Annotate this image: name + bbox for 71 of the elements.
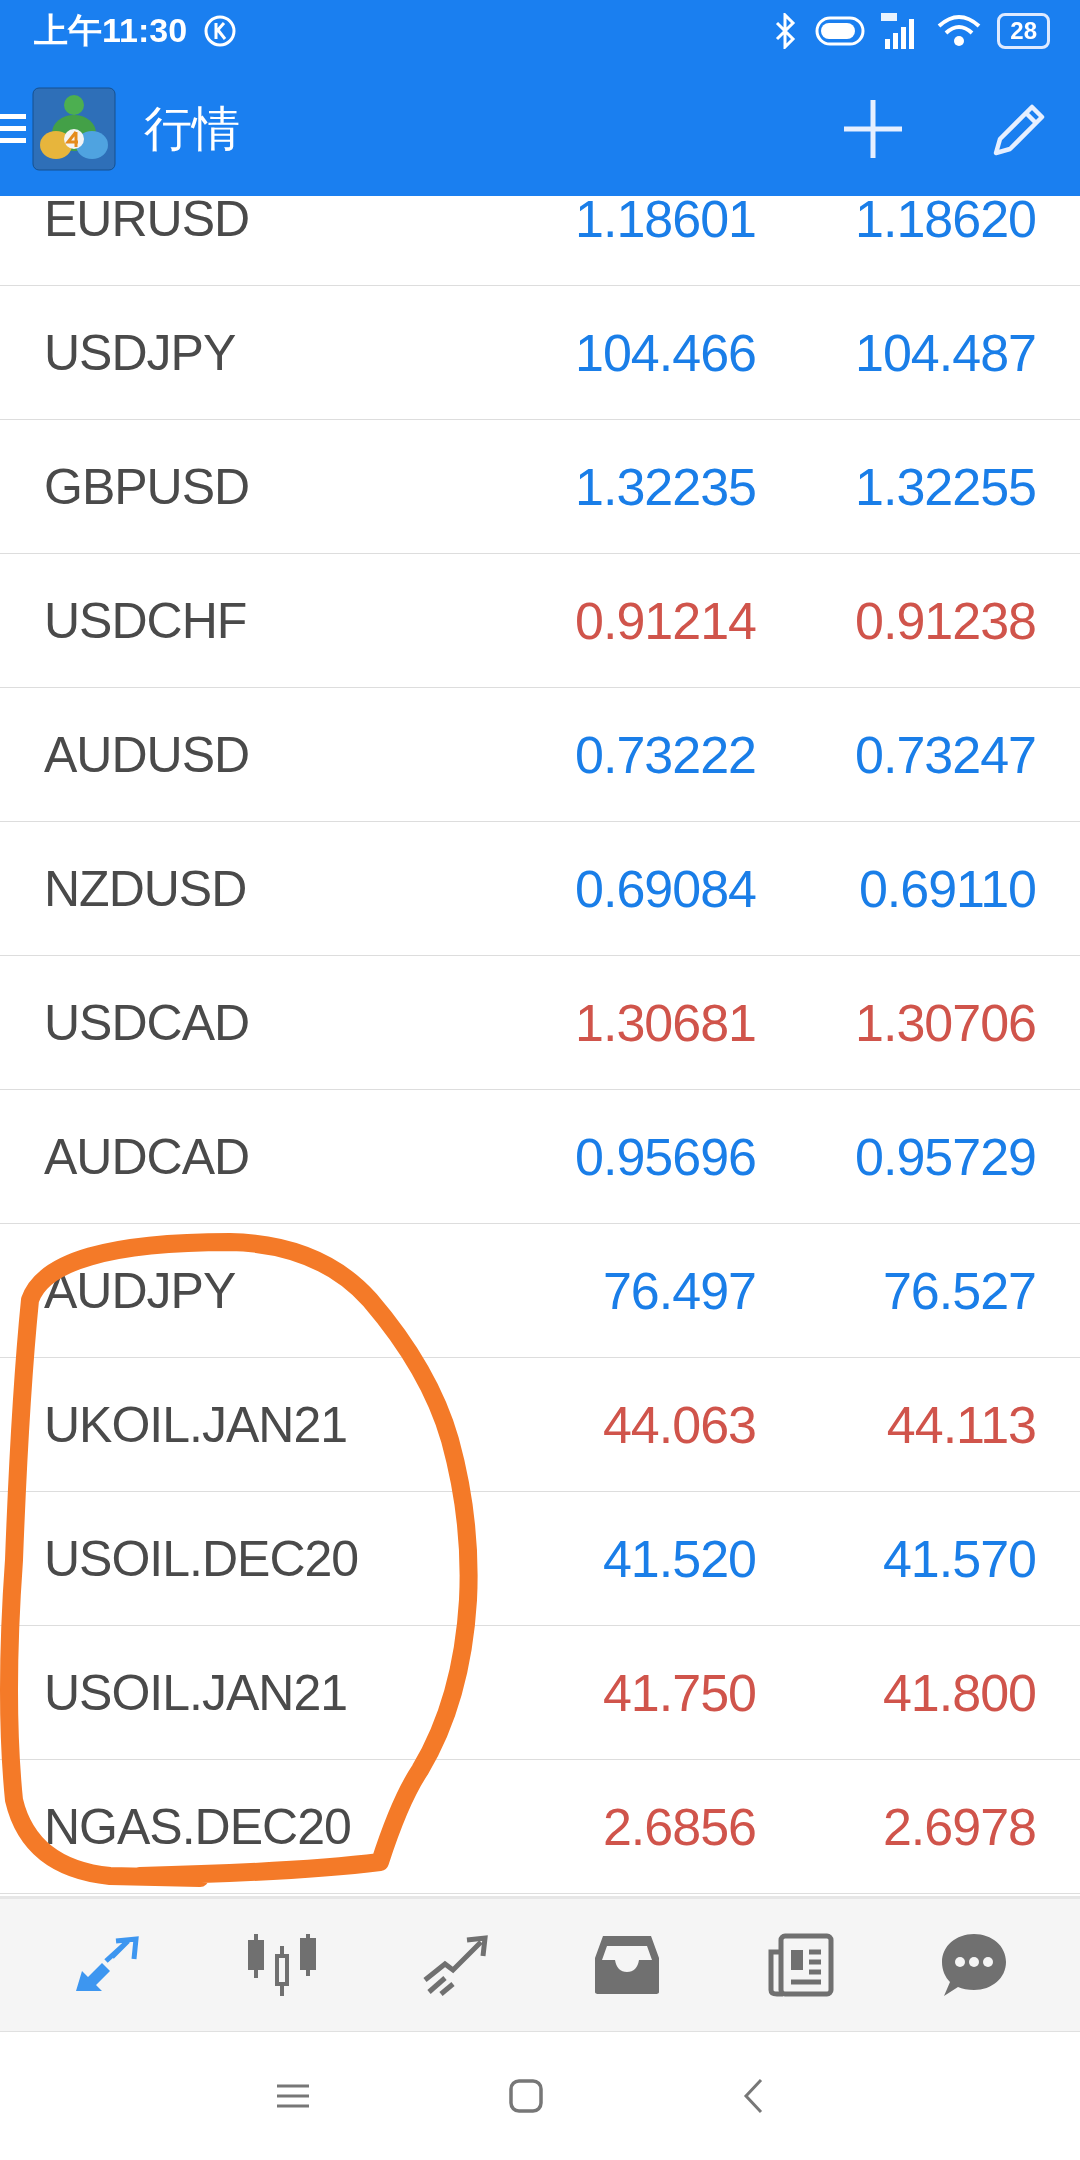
bid-price: 0.73222 xyxy=(575,724,756,785)
ask-price: 41.570 xyxy=(882,1528,1036,1589)
symbol-name: EURUSD xyxy=(44,196,250,248)
nav-tab[interactable] xyxy=(246,1932,319,1998)
bid-price: 0.69084 xyxy=(575,858,756,919)
trend-icon xyxy=(422,1934,489,1996)
ask-price: 0.73247 xyxy=(855,724,1036,785)
quote-row[interactable]: NGAS.DEC20 2.6856 2.6978 xyxy=(0,1760,1080,1894)
nav-tab[interactable] xyxy=(593,1934,662,1996)
nav-tab[interactable] xyxy=(422,1934,489,1996)
ask-price: 0.95729 xyxy=(855,1126,1036,1187)
ask-price: 104.487 xyxy=(855,322,1036,383)
bid-price: 0.95696 xyxy=(575,1126,756,1187)
home-icon[interactable] xyxy=(509,2079,543,2113)
ask-price: 1.30706 xyxy=(855,992,1036,1053)
symbol-name: USOIL.JAN21 xyxy=(44,1663,347,1722)
bid-price: 41.520 xyxy=(602,1528,756,1589)
bid-price: 41.750 xyxy=(602,1662,756,1723)
quote-row[interactable]: USOIL.DEC20 41.520 41.570 xyxy=(0,1492,1080,1626)
quote-row[interactable]: AUDCAD 0.95696 0.95729 xyxy=(0,1090,1080,1224)
quote-row[interactable]: USOIL.JAN21 41.750 41.800 xyxy=(0,1626,1080,1760)
wifi-icon xyxy=(937,14,982,48)
toggle-icon xyxy=(815,16,866,46)
bid-price: 104.466 xyxy=(575,322,756,383)
bid-price: 76.497 xyxy=(602,1260,756,1321)
quote-row[interactable]: USDCAD 1.30681 1.30706 xyxy=(0,956,1080,1090)
quote-row[interactable]: USDJPY 104.466 104.487 xyxy=(0,286,1080,420)
symbol-name: USDCHF xyxy=(44,591,247,650)
bid-price: 1.30681 xyxy=(575,992,756,1053)
symbol-name: NZDUSD xyxy=(44,859,247,918)
quote-row[interactable]: EURUSD 1.18601 1.18620 xyxy=(0,196,1080,286)
ask-price: 76.527 xyxy=(882,1260,1036,1321)
candlestick-icon xyxy=(246,1932,319,1998)
chat-icon xyxy=(939,1932,1008,1998)
quote-row[interactable]: GBPUSD 1.32235 1.32255 xyxy=(0,420,1080,554)
ask-price: 41.800 xyxy=(882,1662,1036,1723)
k-circle-icon xyxy=(203,14,238,48)
symbol-name: GBPUSD xyxy=(44,457,250,516)
bid-price: 1.18601 xyxy=(575,196,756,249)
back-icon[interactable] xyxy=(743,2078,763,2114)
ask-price: 1.18620 xyxy=(855,196,1036,249)
quote-row[interactable]: USDCHF 0.91214 0.91238 xyxy=(0,554,1080,688)
bid-price: 2.6856 xyxy=(602,1796,756,1857)
symbol-name: USDCAD xyxy=(44,993,250,1052)
screen-title: 行情 xyxy=(144,101,240,157)
symbol-name: USDJPY xyxy=(44,323,236,382)
quote-row[interactable]: AUDJPY 76.497 76.527 xyxy=(0,1224,1080,1358)
recents-icon[interactable] xyxy=(277,2083,309,2109)
ask-price: 0.69110 xyxy=(858,858,1036,919)
symbol-name: AUDJPY xyxy=(44,1261,236,1320)
inbox-icon xyxy=(593,1934,662,1996)
bid-price: 44.063 xyxy=(602,1394,756,1455)
status-time: 上午11:30 xyxy=(34,10,188,51)
ask-price: 1.32255 xyxy=(855,456,1036,517)
battery-level: 28 xyxy=(997,13,1050,49)
quote-row[interactable]: NZDUSD 0.69084 0.69110 xyxy=(0,822,1080,956)
nav-tab[interactable] xyxy=(939,1932,1008,1998)
symbol-name: NGAS.DEC20 xyxy=(44,1797,351,1856)
ask-price: 44.113 xyxy=(886,1394,1036,1455)
quote-row[interactable]: AUDUSD 0.73222 0.73247 xyxy=(0,688,1080,822)
bid-price: 0.91214 xyxy=(575,590,756,651)
symbol-name: UKOIL.JAN21 xyxy=(44,1395,347,1454)
symbol-name: AUDUSD xyxy=(44,725,250,784)
ask-price: 0.91238 xyxy=(855,590,1036,651)
quote-row[interactable]: UKOIL.JAN21 44.063 44.113 xyxy=(0,1358,1080,1492)
menu-icon[interactable] xyxy=(0,112,26,146)
ask-price: 2.6978 xyxy=(882,1796,1036,1857)
bid-price: 1.32235 xyxy=(575,456,756,517)
symbol-name: USOIL.DEC20 xyxy=(44,1529,359,1588)
symbol-name: AUDCAD xyxy=(44,1127,250,1186)
app-logo-icon xyxy=(32,87,116,171)
